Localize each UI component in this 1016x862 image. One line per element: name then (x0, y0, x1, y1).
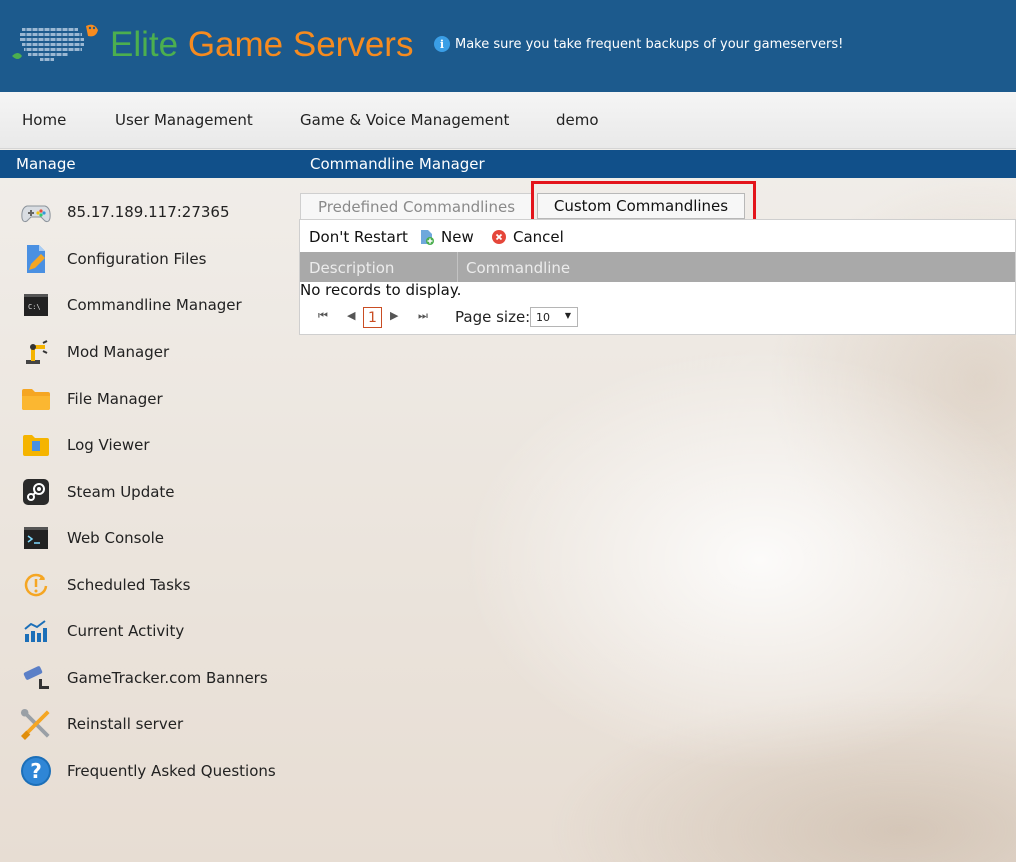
sidebar-item-label: 85.17.189.117:27365 (67, 203, 230, 221)
sidebar-item-label: Commandline Manager (67, 296, 242, 314)
next-page-icon[interactable]: ▶ (390, 309, 398, 322)
dont-restart-button[interactable]: Don't Restart (309, 228, 408, 246)
edit-file-icon (20, 243, 52, 275)
grid-pager: ⏮ ◀ 1 ▶ ⏭ Page size: 10 ▼ (300, 304, 1015, 332)
grid-header: Description Commandline (300, 252, 1015, 282)
new-document-icon (420, 229, 434, 245)
sidebar-item-label: Reinstall server (67, 715, 184, 733)
sidebar-item-web-console[interactable]: Web Console (20, 522, 290, 554)
column-header-commandline[interactable]: Commandline (466, 259, 570, 277)
column-header-description[interactable]: Description (309, 259, 394, 277)
tab-strip: Predefined Commandlines Custom Commandli… (299, 181, 1016, 222)
nav-user-management[interactable]: User Management (115, 111, 253, 129)
grid-toolbar: Don't Restart New Cancel (300, 220, 1016, 252)
activity-chart-icon (20, 615, 52, 647)
sidebar-item-mod-manager[interactable]: Mod Manager (20, 336, 290, 368)
sidebar-item-label: Log Viewer (67, 436, 150, 454)
dont-restart-label: Don't Restart (309, 228, 408, 246)
sidebar-item-label: GameTracker.com Banners (67, 669, 268, 687)
sidebar-item-commandline-manager[interactable]: C:\ Commandline Manager (20, 289, 290, 321)
sidebar-item-configuration-files[interactable]: Configuration Files (20, 243, 290, 275)
page-size-value: 10 (536, 310, 550, 324)
last-page-icon[interactable]: ⏭ (418, 309, 428, 323)
page-size-select[interactable]: 10 ▼ (530, 307, 578, 327)
column-divider (457, 252, 458, 282)
steam-icon (20, 476, 52, 508)
sidebar-item-steam-update[interactable]: Steam Update (20, 476, 290, 508)
gamepad-icon (20, 196, 52, 228)
sidebar-item-log-viewer[interactable]: Log Viewer (20, 429, 290, 461)
sidebar-item-reinstall-server[interactable]: Reinstall server (20, 708, 290, 740)
scheduled-icon (20, 569, 52, 601)
sidebar-item-file-manager[interactable]: File Manager (20, 383, 290, 415)
cancel-label: Cancel (513, 228, 564, 246)
brand-word-game-servers: Game Servers (187, 25, 414, 64)
commandline-grid: Don't Restart New Cancel Description Com… (299, 219, 1016, 335)
sidebar-item-label: Web Console (67, 529, 165, 547)
empty-grid-message: No records to display. (300, 281, 462, 299)
backup-notice: i Make sure you take frequent backups of… (434, 36, 843, 52)
info-icon: i (434, 36, 450, 52)
nav-game-voice-management[interactable]: Game & Voice Management (300, 111, 509, 129)
console-icon (20, 522, 52, 554)
sidebar-item-scheduled-tasks[interactable]: Scheduled Tasks (20, 569, 290, 601)
terminal-icon: C:\ (20, 289, 52, 321)
tab-predefined-commandlines[interactable]: Predefined Commandlines (300, 193, 533, 219)
site-header: Elite Game Servers i Make sure you take … (0, 0, 1016, 92)
usa-map-logo-icon (12, 24, 98, 62)
help-icon: ? (20, 755, 52, 787)
commandline-panel: Predefined Commandlines Custom Commandli… (299, 181, 1016, 335)
current-page-button[interactable]: 1 (363, 307, 382, 328)
sidebar-item-current-activity[interactable]: Current Activity (20, 615, 290, 647)
sidebar-item-label: Mod Manager (67, 343, 170, 361)
svg-text:?: ? (30, 759, 42, 783)
cancel-button[interactable]: Cancel (492, 228, 564, 246)
chevron-down-icon: ▼ (564, 311, 571, 320)
sidebar-heading: Manage (16, 155, 76, 173)
cancel-icon (492, 230, 506, 244)
sidebar-item-label: Current Activity (67, 622, 185, 640)
brand-word-elite: Elite (110, 25, 179, 64)
svg-text:C:\: C:\ (28, 303, 41, 311)
robot-arm-icon (20, 336, 52, 368)
new-label: New (441, 228, 474, 246)
prev-page-icon[interactable]: ◀ (347, 309, 355, 322)
folder-icon (20, 383, 52, 415)
new-button[interactable]: New (420, 228, 474, 246)
section-bar: Manage Commandline Manager (0, 150, 1016, 178)
sidebar-item-label: Configuration Files (67, 250, 207, 268)
sidebar-item-server[interactable]: 85.17.189.117:27365 (20, 196, 290, 228)
camera-icon (20, 662, 52, 694)
sidebar-item-label: Steam Update (67, 483, 175, 501)
top-navigation: Home User Management Game & Voice Manage… (0, 92, 1016, 149)
log-folder-icon (20, 429, 52, 461)
sidebar-item-label: Scheduled Tasks (67, 576, 191, 594)
sidebar-item-faq[interactable]: ? Frequently Asked Questions (20, 755, 290, 787)
sidebar-item-label: File Manager (67, 390, 163, 408)
nav-demo[interactable]: demo (556, 111, 599, 129)
nav-home[interactable]: Home (22, 111, 66, 129)
tab-custom-commandlines[interactable]: Custom Commandlines (537, 193, 745, 219)
sidebar-item-gametracker-banners[interactable]: GameTracker.com Banners (20, 662, 290, 694)
backup-notice-text: Make sure you take frequent backups of y… (455, 36, 844, 52)
tools-icon (20, 708, 52, 740)
sidebar-item-label: Frequently Asked Questions (67, 762, 276, 780)
page-size-label: Page size: (455, 308, 531, 326)
site-brand[interactable]: Elite Game Servers (110, 22, 413, 68)
first-page-icon[interactable]: ⏮ (318, 309, 328, 323)
page-title: Commandline Manager (310, 155, 485, 173)
